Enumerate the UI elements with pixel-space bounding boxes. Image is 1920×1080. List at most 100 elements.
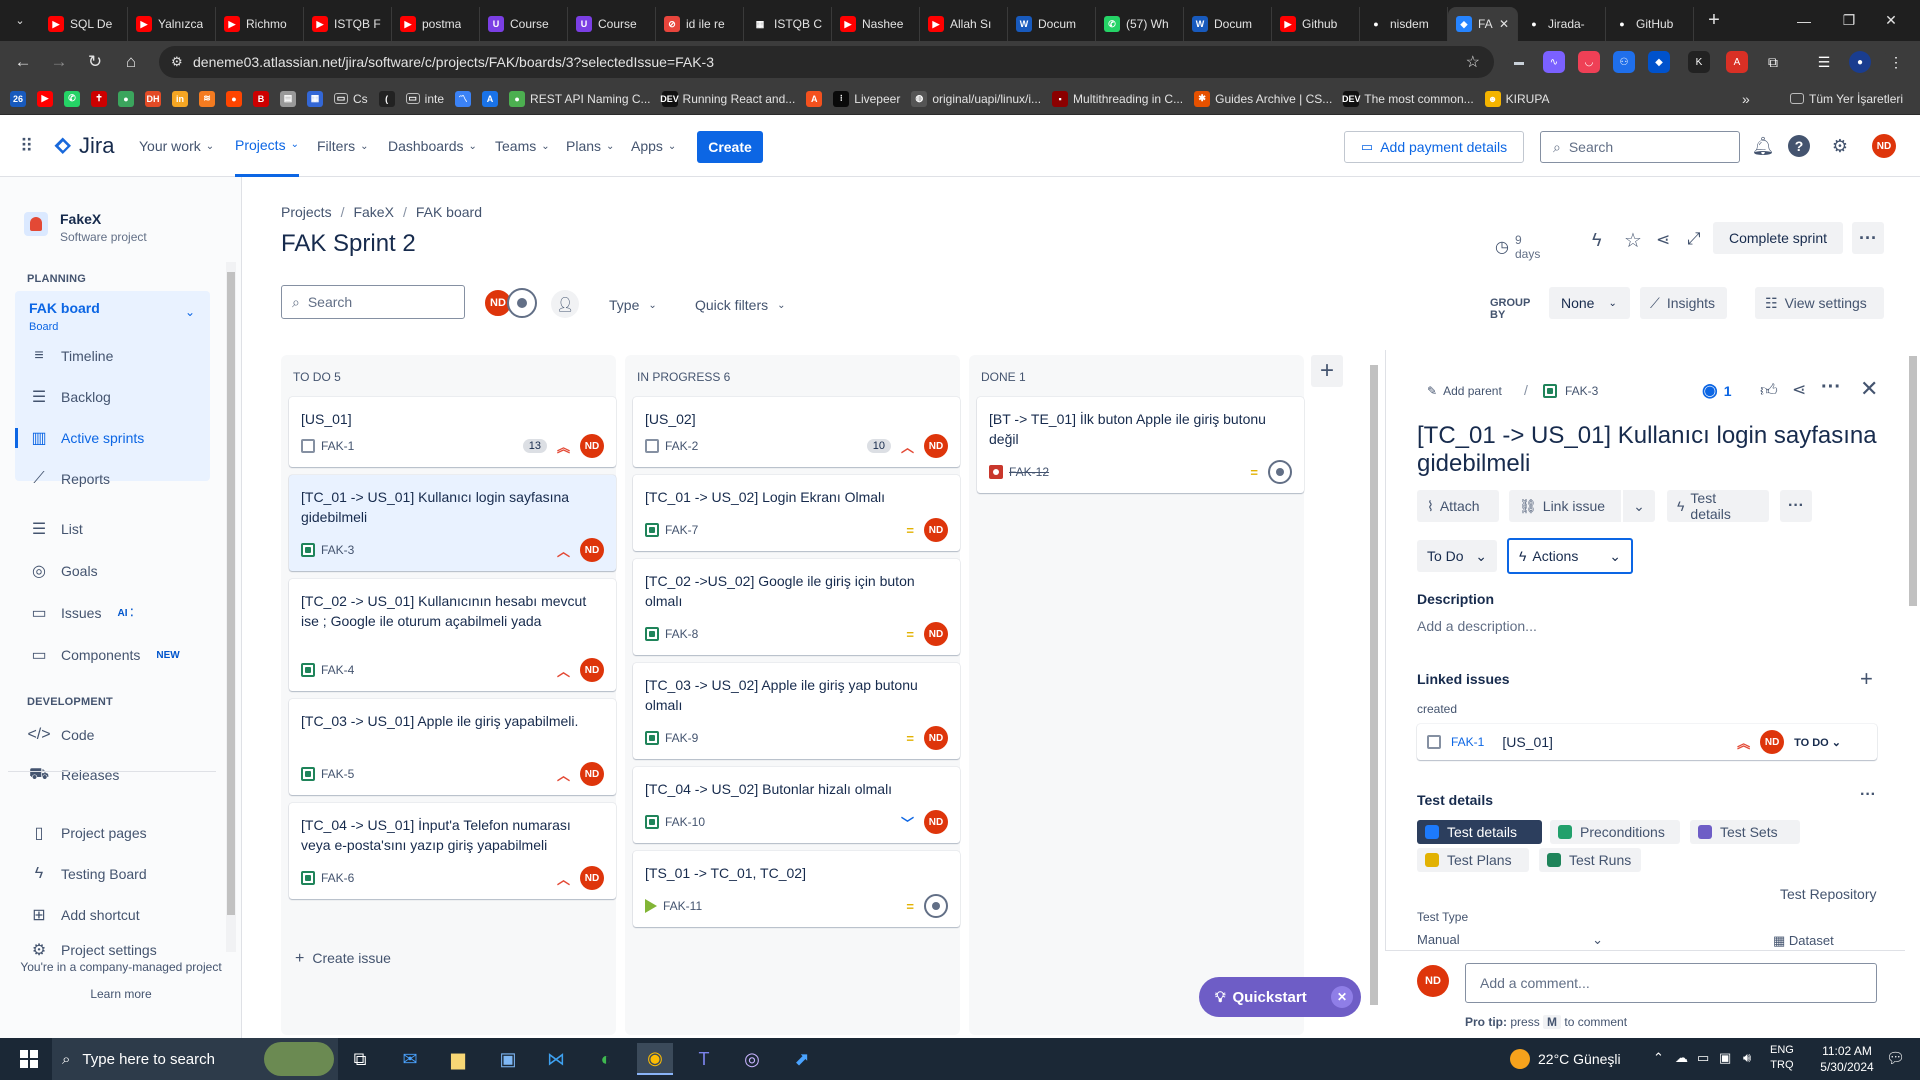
onedrive-icon[interactable]: ☁ (1675, 1050, 1688, 1066)
bookmark-item[interactable]: ● (118, 90, 134, 107)
test-tab-test-details[interactable]: Test details (1417, 820, 1542, 844)
bookmark-item[interactable]: DEV Running React and... (660, 90, 795, 107)
board-search-input[interactable]: ⌕ Search (281, 285, 465, 319)
share-icon[interactable]: ⋖ (1656, 230, 1670, 250)
bookmark-item[interactable]: ✝ (91, 90, 107, 107)
bookmark-item[interactable]: DEV The most common... (1342, 90, 1474, 107)
bookmark-item[interactable]: ● (226, 90, 242, 107)
bookmark-item[interactable]: ☻ KIRUPA (1484, 90, 1549, 107)
keyboard-layout[interactable]: ENG TRQ (1770, 1043, 1794, 1073)
group-by-select[interactable]: None ⌄ (1549, 287, 1630, 319)
profile-avatar-icon[interactable]: ● (1849, 51, 1871, 73)
browser-tab[interactable]: ◆ FAI ✕ (1448, 7, 1518, 41)
bookmark-item[interactable]: ◍ original/uapi/linux/i... (911, 90, 1041, 107)
teams-icon[interactable]: T (686, 1043, 722, 1075)
mail-icon[interactable]: ✉ (392, 1043, 428, 1075)
learn-more-link[interactable]: Learn more (0, 987, 242, 1001)
browser-tab[interactable]: ▶ postma (392, 7, 480, 41)
extension-icon[interactable]: K (1688, 51, 1710, 73)
watchers-button[interactable]: ◉ 1 (1702, 380, 1732, 401)
azure-data-studio-icon[interactable]: ⬈ (784, 1043, 820, 1075)
more-actions-icon[interactable]: ··· (1821, 376, 1841, 399)
assignee-avatar[interactable]: ND (580, 866, 604, 890)
sidebar-item-list[interactable]: ☰ List (15, 511, 210, 547)
github-desktop-icon[interactable]: ◎ (734, 1043, 770, 1075)
browser-tab[interactable]: ▦ ISTQB C (744, 7, 832, 41)
file-explorer-icon[interactable]: ▆ (440, 1043, 476, 1075)
show-hidden-icons[interactable]: ⌃ (1653, 1050, 1664, 1066)
more-actions-icon[interactable]: ··· (1852, 222, 1884, 254)
all-bookmarks-button[interactable]: Tüm Yer İşaretleri (1790, 92, 1903, 106)
sidebar-item-project-settings[interactable]: ⚙ Project settings (15, 940, 210, 960)
browser-tab[interactable]: ▶ Nashee (832, 7, 920, 41)
nav-projects[interactable]: Projects ⌄ (235, 115, 299, 177)
address-bar[interactable]: ⚙ deneme03.atlassian.net/jira/software/c… (159, 46, 1494, 78)
create-button[interactable]: Create (697, 131, 763, 163)
complete-sprint-button[interactable]: Complete sprint (1713, 222, 1843, 254)
issue-card[interactable]: [TS_01 -> TC_01, TC_02] FAK-11 = (633, 851, 960, 927)
add-column-button[interactable]: + (1311, 355, 1343, 387)
issue-card[interactable]: [US_01] FAK-1 13 ︽ ND (289, 397, 616, 467)
browser-menu-icon[interactable]: ⋮ (1885, 51, 1907, 73)
linked-issue-status[interactable]: TO DO ⌄ (1794, 736, 1841, 749)
create-issue-button[interactable]: + Create issue (295, 950, 391, 968)
bookmark-item[interactable]: ▤ (280, 90, 296, 107)
vscode-icon[interactable]: ⋈ (538, 1043, 574, 1075)
tab-close-icon[interactable]: ✕ (1499, 17, 1509, 31)
browser-tab[interactable]: ● Jirada- (1518, 7, 1606, 41)
quick-filters[interactable]: Quick filters ⌄ (695, 297, 786, 313)
sidebar-item-reports[interactable]: ⟋ Reports (15, 461, 210, 497)
sidebar-item-releases[interactable]: ⛟ Releases (15, 757, 210, 793)
sidebar-item-add-shortcut[interactable]: ⊞ Add shortcut (15, 897, 210, 933)
issue-card[interactable]: [TC_04 -> US_02] Butonlar hizalı olmalı F… (633, 767, 960, 843)
bookmark-item[interactable]: B (253, 90, 269, 107)
board-scrollbar[interactable] (1369, 355, 1379, 1025)
extension-icon[interactable]: ◆ (1648, 51, 1670, 73)
assignee-avatar[interactable]: ND (580, 538, 604, 562)
link-issue-button[interactable]: ⛓ Link issue (1509, 490, 1621, 522)
browser-tab[interactable]: U Course (480, 7, 568, 41)
bookmark-item[interactable]: ▪ Multithreading in C... (1052, 90, 1183, 107)
extension-icon[interactable]: A (1726, 51, 1748, 73)
issue-card[interactable]: [TC_04 -> US_01] İnput'a Telefon numaras… (289, 803, 616, 899)
pocket-icon[interactable]: ◡ (1578, 51, 1600, 73)
like-icon[interactable]: 👍︎ (1760, 380, 1778, 401)
extension-icon[interactable]: ▬ (1508, 51, 1530, 73)
issue-card[interactable]: [US_02] FAK-2 10 ︿ ND (633, 397, 960, 467)
browser-tab[interactable]: ● nisdem (1360, 7, 1448, 41)
project-name[interactable]: FakeX (60, 211, 101, 227)
nav-filters[interactable]: Filters ⌄ (317, 115, 369, 177)
global-search-input[interactable]: ⌕ Search (1540, 131, 1740, 163)
test-details-button[interactable]: ϟ Test details (1667, 490, 1769, 522)
bookmark-item[interactable]: 26 (10, 90, 26, 107)
jira-logo[interactable]: Jira (52, 133, 114, 159)
issue-card[interactable]: [TC_03 -> US_01] Apple ile giriş yapabil… (289, 699, 616, 795)
sidebar-item-testing-board[interactable]: ϟ Testing Board (15, 856, 210, 892)
share-icon[interactable]: ⋖ (1792, 380, 1806, 400)
add-payment-details-button[interactable]: ▭ Add payment details (1344, 131, 1524, 163)
nav-dashboards[interactable]: Dashboards ⌄ (388, 115, 477, 177)
extension-icon[interactable]: ⚇ (1613, 51, 1635, 73)
unassigned-filter-avatar[interactable] (507, 288, 537, 318)
project-avatar[interactable] (24, 212, 48, 236)
test-tab-test-sets[interactable]: Test Sets (1690, 820, 1800, 844)
assignee-avatar[interactable]: ND (580, 762, 604, 786)
bookmark-item[interactable]: ( (378, 90, 395, 107)
volume-icon[interactable]: 🔊︎ (1743, 1050, 1751, 1066)
bookmark-item[interactable]: 〽 (455, 90, 472, 107)
extensions-icon[interactable]: ⧉ (1762, 51, 1784, 73)
test-tab-test-plans[interactable]: Test Plans (1417, 848, 1529, 872)
bookmark-item[interactable]: ⁝ Livepeer (833, 90, 900, 107)
add-parent-button[interactable]: ✎ Add parent (1427, 384, 1502, 398)
bookmark-item[interactable]: ▭ inte (405, 92, 444, 106)
test-tab-preconditions[interactable]: Preconditions (1550, 820, 1680, 844)
sidebar-item-issues[interactable]: ▭ Issues AI ⁚ (15, 595, 210, 631)
bookmark-item[interactable]: ✱ Guides Archive | CS... (1194, 90, 1332, 107)
bookmark-item[interactable]: ● REST API Naming C... (509, 90, 651, 107)
assignee-avatar[interactable]: ND (924, 434, 948, 458)
linked-issue-row[interactable]: FAK-1 [US_01] ︽ ND TO DO ⌄ (1417, 724, 1877, 760)
forward-icon[interactable]: → (42, 45, 76, 79)
nav-apps[interactable]: Apps ⌄ (631, 115, 676, 177)
sidebar-scrollbar[interactable] (226, 262, 236, 952)
fullscreen-icon[interactable]: ⤢ (1687, 229, 1701, 249)
